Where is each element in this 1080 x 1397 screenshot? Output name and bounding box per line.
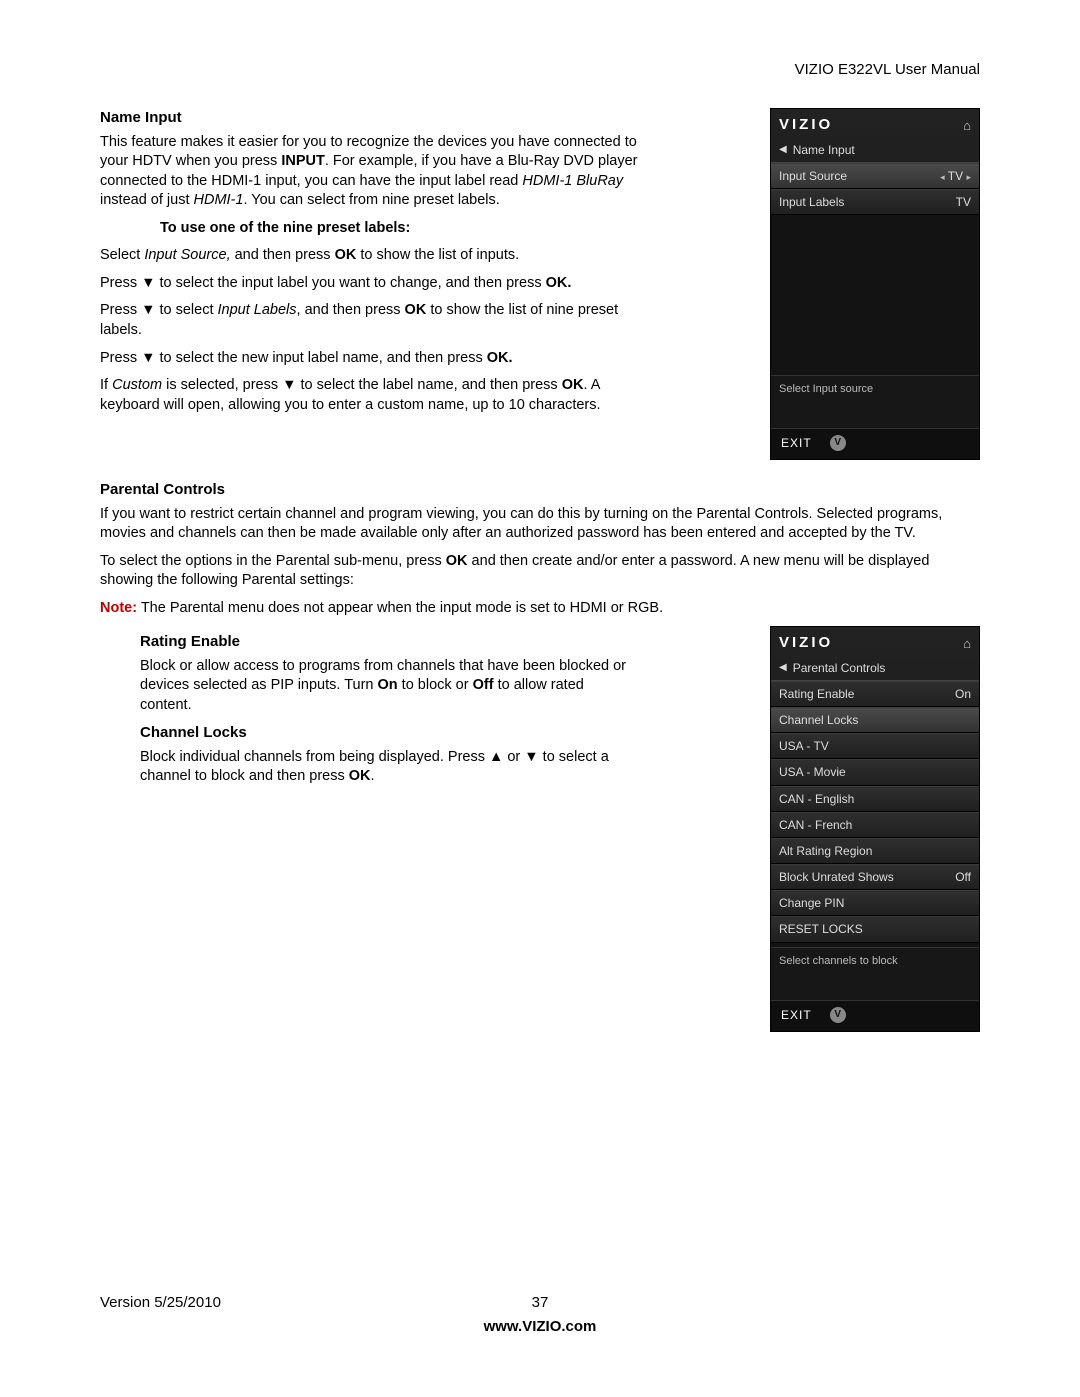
body-text: instead of just [100, 192, 194, 208]
vizio-logo: VIZIO [779, 115, 833, 135]
footer-url: www.VIZIO.com [100, 1317, 980, 1337]
osd-help-text: Select channels to block [771, 947, 979, 1000]
body-text: The Parental menu does not appear when t… [137, 600, 663, 616]
osd-item-label: USA - Movie [779, 764, 846, 780]
osd-item-label: USA - TV [779, 738, 829, 754]
osd-menu-item: Block Unrated Shows Off [771, 864, 979, 890]
body-text: . You can select from nine preset labels… [243, 192, 499, 208]
osd-item-label: Input Labels [779, 194, 844, 210]
v-button-icon: V [830, 1007, 846, 1023]
osd-menu-item: Input Source ◂ TV ▸ [771, 163, 979, 189]
body-text: OK [335, 247, 357, 263]
body-text: HDMI-1 BluRay [522, 173, 623, 189]
body-text: Select [100, 247, 144, 263]
osd-item-value: TV [956, 194, 971, 210]
home-icon: ⌂ [963, 117, 971, 135]
body-text: On [378, 677, 398, 693]
osd-item-label: Input Source [779, 168, 847, 184]
body-text: Press ▼ to select the new input label na… [100, 350, 487, 366]
page-header: VIZIO E322VL User Manual [100, 60, 980, 80]
osd-item-label: Rating Enable [779, 686, 854, 702]
osd-menu-item: CAN - English [771, 786, 979, 812]
version-text: Version 5/25/2010 [100, 1293, 221, 1313]
heading-channel-locks: Channel Locks [140, 723, 630, 743]
subheading-preset: To use one of the nine preset labels: [160, 219, 650, 239]
back-icon: ◀ [779, 661, 787, 675]
osd-item-label: RESET LOCKS [779, 921, 863, 937]
osd-item-value: On [955, 686, 971, 702]
osd-menu-item: USA - Movie [771, 759, 979, 785]
body-text: Input Source, [144, 247, 230, 263]
body-text: Off [473, 677, 494, 693]
body-text: to block or [398, 677, 473, 693]
body-text: HDMI-1 [194, 192, 244, 208]
osd-item-label: CAN - French [779, 817, 852, 833]
osd-menu-item: Input Labels TV [771, 189, 979, 215]
body-text: , and then press [297, 302, 405, 318]
osd-title: Parental Controls [793, 660, 886, 676]
vizio-logo: VIZIO [779, 633, 833, 653]
exit-label: EXIT [781, 1007, 812, 1023]
osd-name-input: VIZIO ⌂ ◀ Name Input Input Source◂ TV ▸I… [770, 108, 980, 460]
body-text: OK [405, 302, 427, 318]
parental-subtext: Rating Enable Block or allow access to p… [140, 626, 630, 794]
body-text: INPUT [281, 153, 325, 169]
name-input-text: Name Input This feature makes it easier … [100, 108, 650, 423]
osd-item-label: Change PIN [779, 895, 844, 911]
body-text: to show the list of inputs. [356, 247, 519, 263]
osd-menu-item: Change PIN [771, 890, 979, 916]
body-text: OK [446, 553, 468, 569]
home-icon: ⌂ [963, 635, 971, 653]
osd-title: Name Input [793, 142, 855, 158]
osd-item-label: Channel Locks [779, 712, 858, 728]
body-text: Input Labels [218, 302, 297, 318]
osd-menu-item: Alt Rating Region [771, 838, 979, 864]
osd-menu-item: Rating Enable On [771, 681, 979, 707]
heading-name-input: Name Input [100, 108, 650, 128]
page-number: 37 [532, 1294, 549, 1311]
osd-parental: VIZIO ⌂ ◀ Parental Controls Rating Enabl… [770, 626, 980, 1032]
body-text: OK [562, 377, 584, 393]
v-button-icon: V [830, 435, 846, 451]
body-text: Custom [112, 377, 162, 393]
osd-item-value: ◂ TV ▸ [940, 168, 971, 184]
body-text: Press ▼ to select [100, 302, 218, 318]
osd-item-label: Alt Rating Region [779, 843, 872, 859]
osd-menu-item: RESET LOCKS [771, 916, 979, 942]
osd-menu-item: Channel Locks [771, 707, 979, 733]
heading-rating-enable: Rating Enable [140, 632, 630, 652]
body-text: is selected, press ▼ to select the label… [162, 377, 562, 393]
heading-parental: Parental Controls [100, 480, 980, 500]
manual-page: VIZIO E322VL User Manual Name Input This… [0, 0, 1080, 1397]
body-text: . [371, 768, 375, 784]
body-text: OK [349, 768, 371, 784]
page-footer: Version 5/25/2010 37 www.VIZIO.com [100, 1293, 980, 1338]
body-text: If you want to restrict certain channel … [100, 505, 980, 544]
body-text: OK. [487, 350, 513, 366]
osd-item-label: Block Unrated Shows [779, 869, 894, 885]
osd-help-text: Select Input source [771, 375, 979, 428]
body-text: and then press [231, 247, 335, 263]
note-label: Note: [100, 600, 137, 616]
osd-item-value: Off [955, 869, 971, 885]
body-text: OK. [546, 275, 572, 291]
body-text: If [100, 377, 112, 393]
back-icon: ◀ [779, 143, 787, 157]
osd-menu-item: USA - TV [771, 733, 979, 759]
osd-menu-item: CAN - French [771, 812, 979, 838]
body-text: Press ▼ to select the input label you wa… [100, 275, 546, 291]
body-text: To select the options in the Parental su… [100, 553, 446, 569]
exit-label: EXIT [781, 435, 812, 451]
osd-item-label: CAN - English [779, 791, 854, 807]
